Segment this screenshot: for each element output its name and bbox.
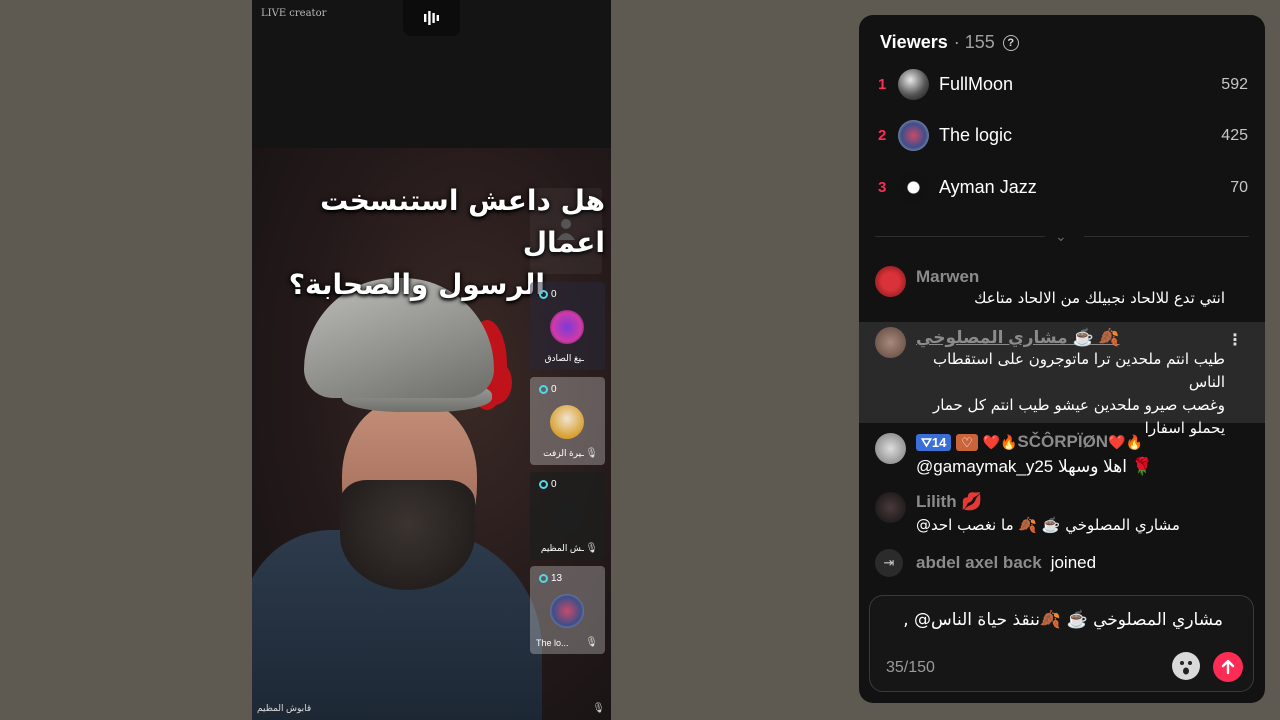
chat-username-row: ⛛14 ♡ ❤️🔥SČÔRPÏØN❤️🔥 [916, 432, 1143, 452]
viewer-score: 70 [1230, 179, 1248, 196]
host-video [252, 260, 552, 720]
username-decor: ❤️🔥 [1108, 434, 1143, 450]
arrow-up-icon [1221, 659, 1235, 675]
user-avatar [875, 433, 906, 464]
viewer-avatar [898, 69, 929, 100]
chat-text-line: طيب انتم ملحدين ترا ماتوجرون على استقطاب… [932, 350, 1225, 391]
audio-button[interactable] [403, 0, 460, 36]
joined-username[interactable]: abdel axel back [916, 553, 1042, 573]
divider [1084, 236, 1249, 237]
chevron-down-icon[interactable]: ⌄ [1055, 228, 1067, 245]
chat-message: Lilith 💋 مشاري المصلوخي ☕️ 🍂 ما نغصب احد… [859, 489, 1265, 541]
viewer-rank-row[interactable]: 1 FullMoon 592 [859, 65, 1265, 105]
mic-off-icon: 🎙︎ [585, 448, 598, 459]
viewer-name: The logic [939, 125, 1013, 145]
viewers-title: Viewers [880, 32, 948, 52]
guest-score: 0 [539, 384, 557, 395]
guest-name: The lo... [536, 638, 569, 648]
divider [875, 236, 1045, 237]
audio-bars-icon [423, 11, 439, 25]
rank-number: 3 [878, 179, 887, 196]
guest-score: 0 [539, 479, 557, 490]
guest-avatar [550, 594, 584, 628]
guest-tile[interactable]: 0 ـيغ الصادق [530, 282, 605, 370]
chat-username[interactable]: مشاري المصلوخي ☕️ 🍂 [916, 328, 1120, 348]
guest-name: ـش المظيم [540, 543, 584, 553]
chat-message: مشاري المصلوخي ☕️ 🍂 طيب انتم ملحدين ترا … [859, 322, 1265, 437]
user-avatar [875, 492, 906, 523]
guest-score: 13 [539, 573, 562, 584]
viewer-name: FullMoon [939, 74, 1014, 94]
guest-score: 0 [539, 289, 557, 300]
chat-text: طيب انتم ملحدين ترا ماتوجرون على استقطاب… [916, 348, 1225, 440]
send-button[interactable] [1213, 652, 1243, 682]
guest-tile[interactable]: 13 The lo... 🎙︎ [530, 566, 605, 654]
guest-tile[interactable]: 0 ـش المظيم 🎙︎ [530, 472, 605, 560]
empty-guest-slot[interactable] [530, 188, 602, 274]
mic-off-icon: 🎙︎ [592, 703, 605, 714]
viewer-avatar [898, 172, 929, 203]
chat-message: Marwen انتي تدع للالحاد نجبيلك من الالحا… [859, 261, 1265, 311]
host-name: قابوش المظيم [257, 703, 312, 713]
viewer-name: Ayman Jazz [939, 177, 1037, 197]
viewers-chat-panel: Viewers · 155 ? 1 FullMoon 592 2 The log… [859, 15, 1265, 703]
viewers-header: Viewers · 155 ? [880, 32, 1019, 53]
chat-message: ⛛14 ♡ ❤️🔥SČÔRPÏØN❤️🔥 @gamaymak_y25 اهلا … [859, 431, 1265, 483]
level-badge: ⛛14 [916, 434, 952, 452]
fan-badge: ♡ [956, 434, 978, 452]
viewer-rank-row[interactable]: 2 The logic 425 [859, 116, 1265, 156]
emoji-icon [1180, 661, 1192, 675]
guest-name: ـيرة الزفت [543, 448, 584, 458]
enter-icon: ⇥ [875, 549, 903, 577]
rank-number: 2 [878, 127, 887, 144]
guest-avatar [550, 310, 584, 344]
comment-composer[interactable]: مشاري المصلوخي ☕️ 🍂ننقذ حياة الناس@ , 35… [869, 595, 1254, 692]
mic-off-icon: 🎙︎ [585, 543, 598, 554]
more-options-icon[interactable]: ⋮ [1227, 330, 1243, 350]
comment-input[interactable]: مشاري المصلوخي ☕️ 🍂ننقذ حياة الناس@ , [885, 610, 1223, 630]
guest-avatar [550, 405, 584, 439]
join-notice: ⇥ abdel axel back joined [875, 549, 1096, 577]
guest-tile[interactable]: 0 ـيرة الزفت 🎙︎ [530, 377, 605, 465]
emoji-button[interactable] [1172, 652, 1200, 680]
char-counter: 35/150 [886, 659, 935, 676]
guest-name: ـيغ الصادق [544, 353, 584, 363]
user-avatar [875, 327, 906, 358]
live-creator-label: LIVE creator [261, 8, 327, 19]
chat-text: انتي تدع للالحاد نجبيلك من الالحاد متاعك [974, 289, 1225, 307]
username-decor: ❤️🔥 [982, 434, 1018, 450]
rank-number: 1 [878, 76, 887, 93]
person-placeholder-icon [557, 219, 575, 240]
viewers-count: · 155 [953, 32, 995, 52]
chat-text: مشاري المصلوخي ☕️ 🍂 ما نغصب احد@ [916, 516, 1180, 534]
chat-text-line: وغصب صيرو ملحدين عيشو طيب انتم كل حمار [932, 396, 1225, 414]
chat-text: @gamaymak_y25 اهلا وسهلا 🌹 [916, 457, 1153, 476]
chat-username[interactable]: Marwen [916, 267, 979, 287]
help-icon[interactable]: ? [1002, 34, 1019, 51]
joined-text: joined [1050, 553, 1097, 572]
viewer-score: 425 [1221, 127, 1248, 144]
guest-avatar [550, 500, 584, 534]
viewer-rank-row[interactable]: 3 Ayman Jazz 70 [859, 168, 1265, 208]
chat-username[interactable]: SČÔRPÏØN [1017, 432, 1108, 451]
user-avatar [875, 266, 906, 297]
viewer-avatar [898, 120, 929, 151]
mic-off-icon: 🎙︎ [585, 637, 598, 648]
viewer-score: 592 [1221, 76, 1248, 93]
chat-username[interactable]: Lilith 💋 [916, 492, 983, 512]
